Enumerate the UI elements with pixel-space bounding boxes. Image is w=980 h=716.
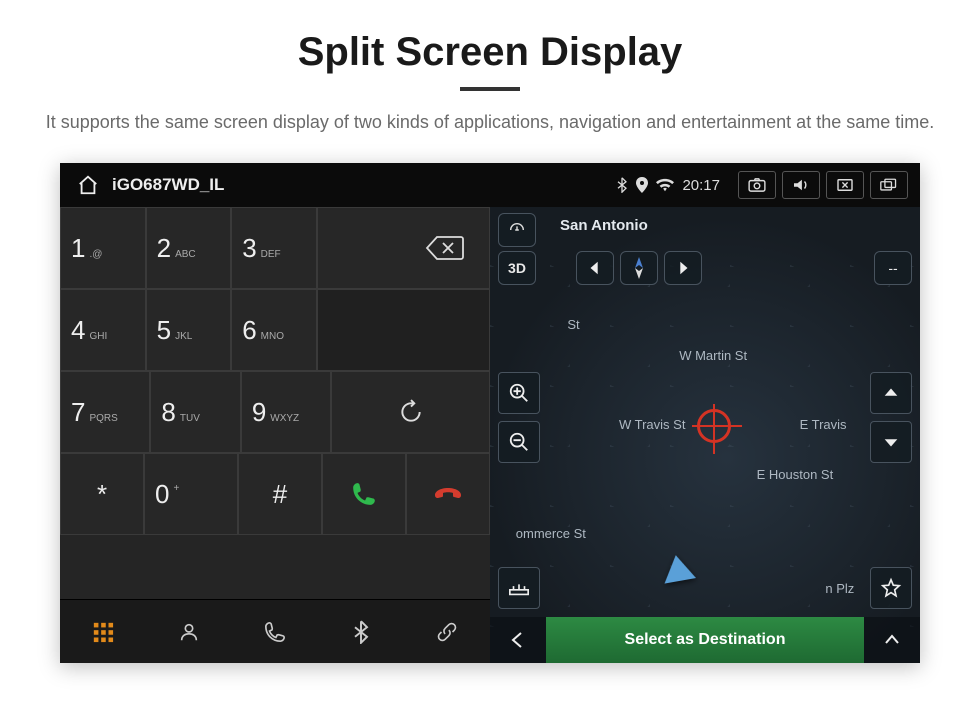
wifi-icon: [656, 178, 674, 192]
select-destination-button[interactable]: Select as Destination: [546, 617, 864, 663]
street-label: E Travis: [800, 417, 847, 432]
dialer-bottom-nav: [60, 599, 490, 663]
pan-up-button[interactable]: [870, 372, 912, 414]
street-label: n Plz: [825, 581, 854, 596]
system-tray: 20:17: [616, 177, 720, 194]
bluetooth-icon: [616, 177, 628, 193]
key-star[interactable]: *: [60, 453, 144, 535]
map-3d-button[interactable]: 3D: [498, 251, 536, 285]
page-title: Split Screen Display: [298, 30, 683, 75]
zoom-out-button[interactable]: [498, 421, 540, 463]
backspace-key[interactable]: [317, 207, 490, 289]
map-panel[interactable]: San Antonio W Martin St W Travis St E Tr…: [490, 207, 920, 663]
link-icon[interactable]: [427, 612, 467, 652]
pan-down-button[interactable]: [870, 421, 912, 463]
call-button[interactable]: [322, 453, 406, 535]
key-6[interactable]: 6MNO: [231, 289, 317, 371]
key-8[interactable]: 8TUV: [150, 371, 240, 453]
keypad: 1.@ 2ABC 3DEF 4GHI 5JKL 6MNO 7: [60, 207, 490, 535]
street-label: W Travis St: [619, 417, 685, 432]
street-label: E Houston St: [757, 467, 834, 482]
screenshot-button[interactable]: [738, 171, 776, 199]
key-3[interactable]: 3DEF: [231, 207, 317, 289]
volume-button[interactable]: [782, 171, 820, 199]
street-label: St: [567, 317, 579, 332]
call-log-icon[interactable]: [255, 612, 295, 652]
dialpad-icon[interactable]: [83, 612, 123, 652]
destination-bar: Select as Destination: [490, 617, 920, 663]
redial-key[interactable]: [331, 371, 490, 453]
key-hash[interactable]: #: [238, 453, 322, 535]
street-label: ommerce St: [516, 526, 586, 541]
map-heading-icon: [660, 552, 696, 583]
recent-apps-button[interactable]: [870, 171, 908, 199]
dialer-panel: 1.@ 2ABC 3DEF 4GHI 5JKL 6MNO 7: [60, 207, 490, 663]
key-4[interactable]: 4GHI: [60, 289, 146, 371]
nav-expand-button[interactable]: [864, 617, 920, 663]
favorite-button[interactable]: [870, 567, 912, 609]
page-subtitle: It supports the same screen display of t…: [46, 109, 935, 135]
app-title: iGO687WD_IL: [112, 175, 224, 195]
map-left-button[interactable]: [576, 251, 614, 285]
map-right-button[interactable]: [664, 251, 702, 285]
zoom-in-button[interactable]: [498, 372, 540, 414]
clock-time: 20:17: [682, 177, 720, 194]
key-5[interactable]: 5JKL: [146, 289, 232, 371]
nav-back-button[interactable]: [490, 617, 546, 663]
status-bar: iGO687WD_IL 20:17: [60, 163, 920, 207]
key-spacer-1: [317, 289, 490, 371]
key-0[interactable]: 0+: [144, 453, 238, 535]
key-1[interactable]: 1.@: [60, 207, 146, 289]
map-target-icon: [697, 409, 731, 443]
divider: [460, 87, 520, 91]
street-label: W Martin St: [679, 348, 747, 363]
device-screenshot: iGO687WD_IL 20:17: [60, 163, 920, 663]
bluetooth-nav-icon[interactable]: [341, 612, 381, 652]
key-2[interactable]: 2ABC: [146, 207, 232, 289]
map-dash-button[interactable]: --: [874, 251, 912, 285]
contacts-icon[interactable]: [169, 612, 209, 652]
map-info-button[interactable]: [498, 213, 536, 247]
key-7[interactable]: 7PQRS: [60, 371, 150, 453]
map-compass-button[interactable]: [620, 251, 658, 285]
key-9[interactable]: 9WXYZ: [241, 371, 331, 453]
location-icon: [636, 177, 648, 193]
close-screen-button[interactable]: [826, 171, 864, 199]
route-options-button[interactable]: [498, 567, 540, 609]
city-label: San Antonio: [560, 217, 648, 234]
hangup-button[interactable]: [406, 453, 490, 535]
home-icon[interactable]: [72, 174, 104, 196]
